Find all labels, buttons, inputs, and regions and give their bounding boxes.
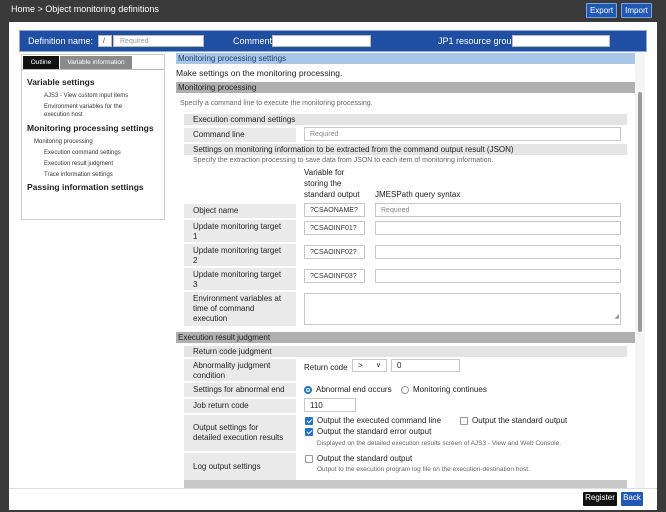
return-code-label: Return code xyxy=(304,363,348,372)
command-line-input[interactable]: Required xyxy=(304,127,621,141)
register-button[interactable]: Register xyxy=(583,492,617,506)
comment-label: Comment: xyxy=(233,36,275,46)
outline-execution-command-settings[interactable]: Execution command settings xyxy=(44,150,121,156)
update-target-1-variable: ?CSAOINF01? xyxy=(304,221,365,235)
checkbox-output-executed-command[interactable] xyxy=(305,417,313,425)
update-target-1-query-input[interactable] xyxy=(375,221,621,235)
subsection-description: Specify a command line to execute the mo… xyxy=(180,100,373,107)
abnormal-end-label: Settings for abnormal end xyxy=(184,383,296,397)
section-description: Make settings on the monitoring processi… xyxy=(176,68,343,78)
job-return-code-input[interactable]: 110 xyxy=(304,398,356,412)
heading-extract-settings: Settings on monitoring information to be… xyxy=(184,144,627,155)
log-output-label: Log output settings xyxy=(184,453,296,483)
resource-group-input[interactable] xyxy=(512,35,610,47)
breadcrumb[interactable]: Home > Object monitoring definitions xyxy=(11,4,159,14)
outline-execution-result-judgment[interactable]: Execution result judgment xyxy=(44,161,113,167)
update-target-2-variable: ?CSAOINF02? xyxy=(304,245,365,259)
import-button[interactable]: Import xyxy=(621,3,652,18)
column-variable-line3: standard output xyxy=(304,190,360,199)
environment-variables-label: Environment variables at time of command e… xyxy=(184,292,296,326)
outline-monitoring-processing-settings[interactable]: Monitoring processing settings xyxy=(27,123,154,133)
outline-variable-settings[interactable]: Variable settings xyxy=(27,77,95,87)
section-header-monitoring-processing-settings: Monitoring processing settings xyxy=(176,53,635,64)
return-code-input[interactable]: 0 xyxy=(391,359,460,372)
checkbox-output-stdout[interactable] xyxy=(460,417,468,425)
radio-abnormal-end-label[interactable]: Abnormal end occurs xyxy=(316,385,392,394)
update-target-2-label: Update monitoring target 2 xyxy=(184,244,296,266)
heading-execution-command-settings: Execution command settings xyxy=(184,114,627,125)
outline-ajs3-view[interactable]: AJS3 - View custom input items xyxy=(44,93,128,99)
definition-name-prefix: / xyxy=(98,35,112,47)
chevron-down-icon: ∨ xyxy=(375,362,381,369)
heading-return-code-judgment: Return code judgment xyxy=(184,346,627,357)
tab-outline[interactable]: Outline xyxy=(23,56,59,69)
checkbox-output-executed-command-label[interactable]: Output the executed command line xyxy=(317,416,441,425)
log-output-hint: Output to the execution program log file… xyxy=(317,466,530,473)
checkbox-output-stdout-label[interactable]: Output the standard output xyxy=(472,416,567,425)
output-settings-hint: Displayed on the detailed execution resu… xyxy=(317,440,562,447)
checkbox-output-stderr-label[interactable]: Output the standard error output xyxy=(317,427,431,436)
object-name-variable: ?CSAONAME? xyxy=(304,203,365,217)
outline-passing-information-settings[interactable]: Passing information settings xyxy=(27,182,144,192)
outline-env-vars-line2[interactable]: execution host xyxy=(44,112,83,118)
update-target-3-variable: ?CSAOINF03? xyxy=(304,269,365,283)
definition-bar: Definition name: / Required Comment: JP1… xyxy=(19,30,647,52)
definition-name-input[interactable]: Required xyxy=(113,35,204,47)
footer-bar: Register Back xyxy=(9,488,657,510)
extract-description: Specify the extraction processing to sav… xyxy=(193,157,494,164)
back-button[interactable]: Back xyxy=(621,492,643,506)
radio-monitoring-continues[interactable] xyxy=(401,386,409,394)
subsection-header-monitoring-processing: Monitoring processing xyxy=(176,82,635,93)
column-variable-line1: Variable for xyxy=(304,168,345,177)
radio-abnormal-end[interactable] xyxy=(304,386,312,394)
resource-group-label: JP1 resource group: xyxy=(438,36,520,46)
resize-handle-icon[interactable]: ◢ xyxy=(614,311,619,324)
operator-select[interactable]: > ∨ xyxy=(352,359,387,372)
tab-variable-information[interactable]: Variable information xyxy=(60,56,132,69)
comment-input[interactable] xyxy=(272,35,371,47)
outline-trace-information-settings[interactable]: Trace information settings xyxy=(44,172,113,178)
radio-monitoring-continues-label[interactable]: Monitoring continues xyxy=(413,385,487,394)
outline-monitoring-processing[interactable]: Monitoring processing xyxy=(34,139,93,145)
job-return-code-label: Job return code xyxy=(184,399,296,413)
next-section-header xyxy=(184,480,627,488)
scrollbar-thumb[interactable] xyxy=(638,92,642,332)
outline-env-vars[interactable]: Environment variables for the xyxy=(44,104,122,110)
abnormality-condition-label: Abnormality judgment condition xyxy=(184,359,296,381)
export-button[interactable]: Export xyxy=(586,3,617,18)
checkbox-output-stderr[interactable] xyxy=(305,428,313,436)
command-line-label: Command line xyxy=(184,128,296,142)
object-name-label: Object name xyxy=(184,204,296,218)
output-settings-label: Output settings for detailed execution re… xyxy=(184,415,296,451)
object-name-query-input[interactable]: Required xyxy=(375,203,621,217)
column-jmespath: JMESPath query syntax xyxy=(375,190,461,199)
environment-variables-textarea[interactable]: ◢ xyxy=(304,293,621,325)
definition-name-label: Definition name: xyxy=(28,36,94,46)
update-target-1-label: Update monitoring target 1 xyxy=(184,220,296,242)
column-variable-line2: storing the xyxy=(304,179,342,188)
outline-panel: Outline Variable information Variable se… xyxy=(21,54,165,220)
update-target-3-label: Update monitoring target 3 xyxy=(184,268,296,290)
vertical-scrollbar[interactable] xyxy=(635,52,645,488)
update-target-3-query-input[interactable] xyxy=(375,269,621,283)
checkbox-log-stdout-label[interactable]: Output the standard output xyxy=(317,454,412,463)
content-panel: Definition name: / Required Comment: JP1… xyxy=(9,22,657,488)
checkbox-log-stdout[interactable] xyxy=(305,455,313,463)
update-target-2-query-input[interactable] xyxy=(375,245,621,259)
settings-form: Monitoring processing settings Make sett… xyxy=(176,52,635,488)
heading-execution-result-judgment: Execution result judgment xyxy=(176,332,635,343)
top-bar: Home > Object monitoring definitions Exp… xyxy=(0,0,666,20)
